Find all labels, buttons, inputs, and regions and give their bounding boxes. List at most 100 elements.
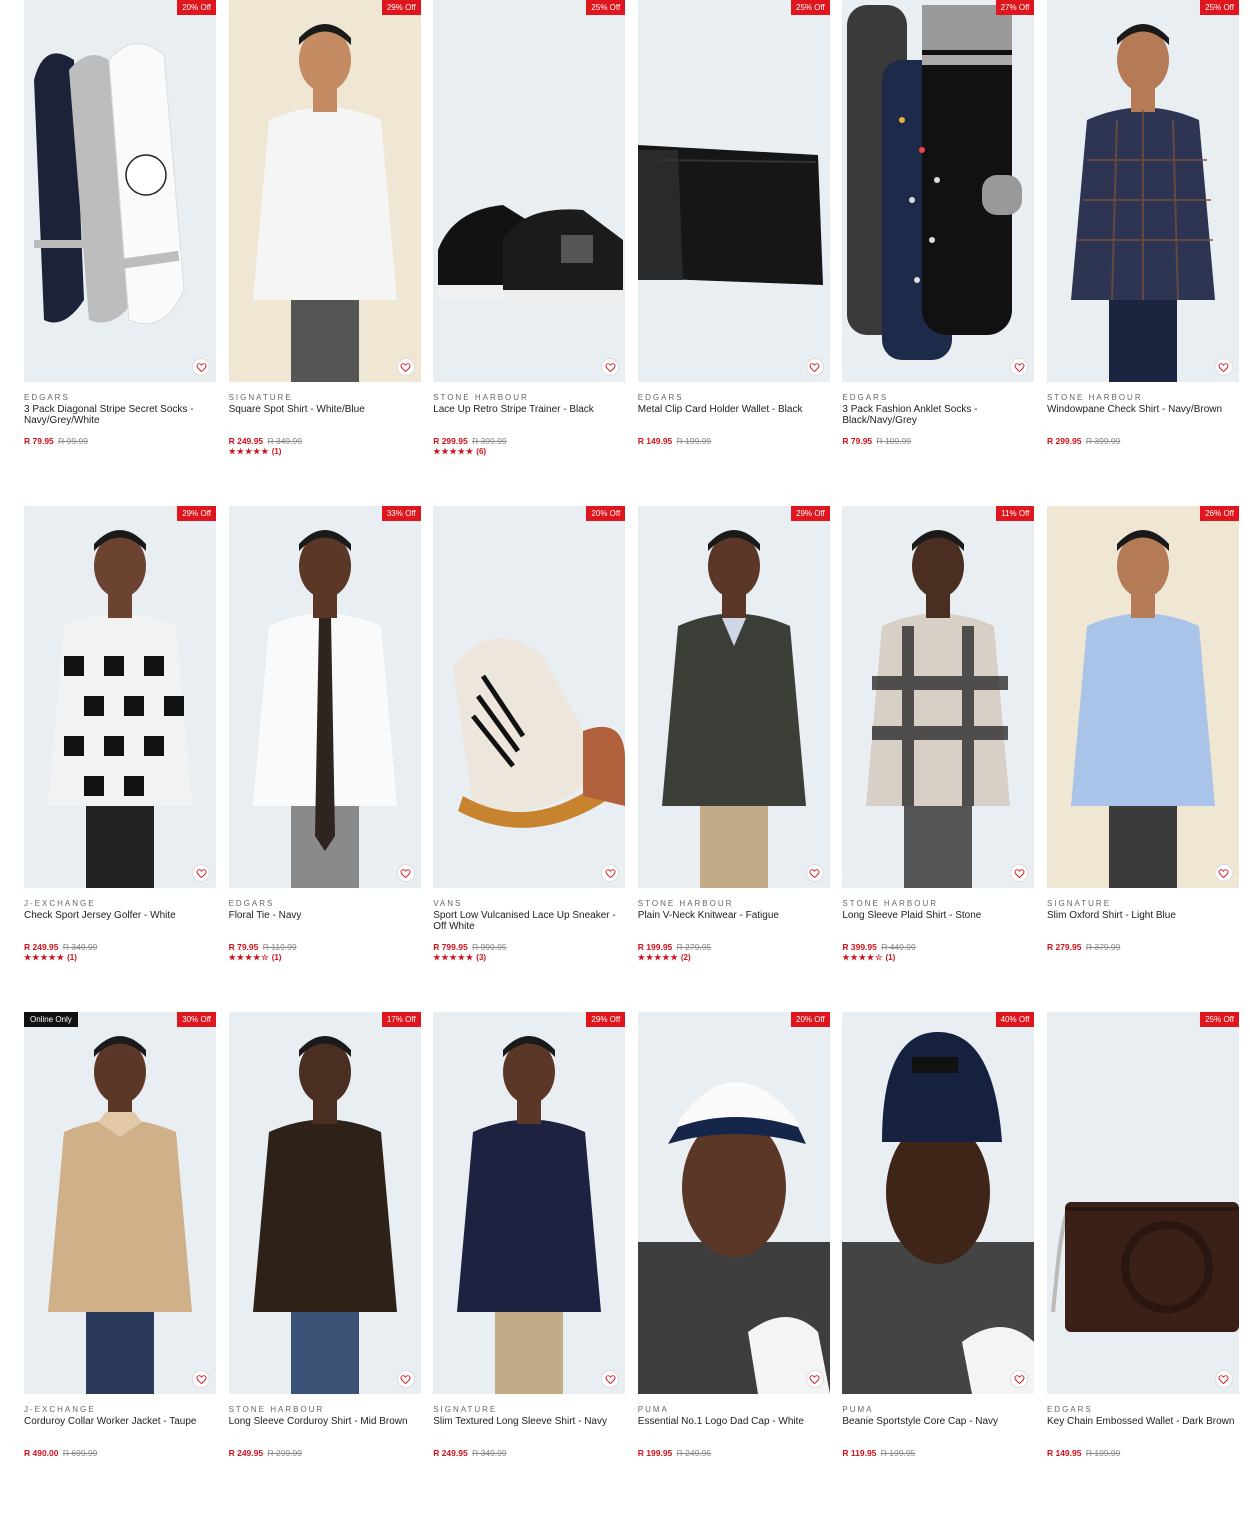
- product-brand: EDGARS: [1046, 1405, 1093, 1414]
- product-image[interactable]: 29% Off: [228, 0, 421, 382]
- product-brand: PUMA: [842, 1405, 874, 1414]
- product-card[interactable]: 25% Off STONE HARBOUR Windowpane Check S…: [1046, 0, 1239, 506]
- product-image[interactable]: 20% Off: [24, 0, 216, 382]
- product-title[interactable]: 3 Pack Fashion Anklet Socks - Black/Navy…: [842, 404, 1034, 426]
- product-image[interactable]: 20% Off: [433, 506, 626, 888]
- heart-icon[interactable]: [1214, 864, 1233, 882]
- model-white-shirt-image: [252, 24, 397, 382]
- rating: ★★★★★ (6): [433, 447, 625, 457]
- product-title[interactable]: Check Sport Jersey Golfer - White: [24, 910, 216, 932]
- product-title[interactable]: Beanie Sportstyle Core Cap - Navy: [842, 1416, 1034, 1438]
- model-oxford-shirt-image: [1070, 530, 1215, 888]
- product-brand: PUMA: [637, 1405, 669, 1414]
- heart-icon[interactable]: [805, 1370, 824, 1388]
- heart-icon[interactable]: [396, 1370, 415, 1388]
- model-corduroy-shirt-image: [252, 1036, 397, 1394]
- product-image[interactable]: 11% Off: [842, 506, 1035, 888]
- product-card[interactable]: 26% Off SIGNATURE Slim Oxford Shirt - Li…: [1046, 506, 1239, 1012]
- product-card[interactable]: 25% Off STONE HARBOUR Lace Up Retro Stri…: [433, 0, 626, 506]
- price-row: R 299.95 R 399.99: [433, 436, 625, 446]
- heart-icon[interactable]: [396, 864, 415, 882]
- product-title[interactable]: Long Sleeve Plaid Shirt - Stone: [842, 910, 1034, 932]
- product-brand: EDGARS: [228, 899, 275, 908]
- review-count: (1): [271, 953, 282, 962]
- product-image[interactable]: 29% Off: [433, 1012, 626, 1394]
- product-title[interactable]: Plain V-Neck Knitwear - Fatigue: [638, 910, 830, 932]
- product-card[interactable]: 29% Off J-EXCHANGE Check Sport Jersey Go…: [24, 506, 216, 1012]
- product-image[interactable]: 40% Off: [842, 1012, 1035, 1394]
- product-image[interactable]: 29% Off: [637, 506, 830, 888]
- price-row: R 249.95 R 349.99: [433, 1448, 625, 1458]
- price-row: R 279.95 R 379.99: [1047, 942, 1239, 952]
- product-card[interactable]: 25% Off EDGARS Key Chain Embossed Wallet…: [1046, 1012, 1239, 1518]
- product-image[interactable]: 27% Off: [842, 0, 1035, 382]
- product-card[interactable]: 29% Off SIGNATURE Slim Textured Long Sle…: [433, 1012, 626, 1518]
- product-image[interactable]: 25% Off: [1046, 1012, 1239, 1394]
- discount-badge: 33% Off: [381, 506, 421, 521]
- product-image[interactable]: 20% Off: [637, 1012, 830, 1394]
- product-title[interactable]: Essential No.1 Logo Dad Cap - White: [638, 1416, 830, 1438]
- product-title[interactable]: Sport Low Vulcanised Lace Up Sneaker - O…: [433, 910, 625, 932]
- discount-badge: 26% Off: [1200, 506, 1239, 521]
- product-title[interactable]: 3 Pack Diagonal Stripe Secret Socks - Na…: [24, 404, 216, 426]
- heart-icon[interactable]: [1214, 1370, 1233, 1388]
- rating: ★★★★☆ (1): [229, 953, 421, 963]
- model-floral-tie-image: [252, 530, 397, 888]
- product-card[interactable]: 11% Off STONE HARBOUR Long Sleeve Plaid …: [842, 506, 1035, 1012]
- product-image[interactable]: 26% Off: [1046, 506, 1239, 888]
- product-image[interactable]: 25% Off: [1046, 0, 1239, 382]
- product-card[interactable]: 20% Off VANS Sport Low Vulcanised Lace U…: [433, 506, 626, 1012]
- product-title[interactable]: Corduroy Collar Worker Jacket - Taupe: [24, 1416, 216, 1438]
- model-check-golfer-image: [48, 530, 192, 888]
- original-price: R 349.99: [62, 942, 98, 952]
- product-image[interactable]: Online Only 30% Off: [24, 1012, 216, 1394]
- product-card[interactable]: 17% Off STONE HARBOUR Long Sleeve Cordur…: [228, 1012, 421, 1518]
- sale-price: R 149.95: [637, 436, 673, 446]
- original-price: R 379.99: [1085, 942, 1121, 952]
- product-title[interactable]: Square Spot Shirt - White/Blue: [229, 404, 421, 426]
- heart-icon[interactable]: [805, 864, 824, 882]
- original-price: R 249.95: [676, 1448, 712, 1458]
- rating: ★★★★★ (1): [229, 447, 421, 457]
- product-card[interactable]: 33% Off EDGARS Floral Tie - Navy R 79.95…: [228, 506, 421, 1012]
- product-card[interactable]: 25% Off EDGARS Metal Clip Card Holder Wa…: [637, 0, 830, 506]
- product-card[interactable]: 20% Off PUMA Essential No.1 Logo Dad Cap…: [637, 1012, 830, 1518]
- heart-icon[interactable]: [396, 358, 415, 376]
- product-title[interactable]: Floral Tie - Navy: [229, 910, 421, 932]
- price-row: R 299.95 R 399.99: [1047, 436, 1239, 446]
- product-card[interactable]: 20% Off EDGARS 3 Pack Diagonal Stripe Se…: [24, 0, 216, 506]
- heart-icon[interactable]: [192, 864, 210, 882]
- original-price: R 399.99: [472, 436, 507, 446]
- product-card[interactable]: 29% Off SIGNATURE Square Spot Shirt - Wh…: [228, 0, 421, 506]
- product-image[interactable]: 29% Off: [24, 506, 216, 888]
- sale-price: R 299.95: [433, 436, 468, 446]
- price-row: R 799.95 R 999.95: [433, 942, 625, 952]
- heart-icon[interactable]: [192, 358, 210, 376]
- heart-icon[interactable]: [805, 358, 824, 376]
- product-image[interactable]: 25% Off: [433, 0, 626, 382]
- product-title[interactable]: Windowpane Check Shirt - Navy/Brown: [1047, 404, 1239, 426]
- heart-icon[interactable]: [1214, 358, 1233, 376]
- sale-price: R 249.95: [228, 1448, 264, 1458]
- product-title[interactable]: Slim Textured Long Sleeve Shirt - Navy: [433, 1416, 625, 1438]
- product-card[interactable]: 40% Off PUMA Beanie Sportstyle Core Cap …: [842, 1012, 1035, 1518]
- discount-badge: 17% Off: [381, 1012, 421, 1027]
- product-card[interactable]: 27% Off EDGARS 3 Pack Fashion Anklet Soc…: [842, 0, 1035, 506]
- price-row: R 149.95 R 199.99: [638, 436, 830, 446]
- rating-stars: ★★★★★: [433, 953, 475, 962]
- product-image[interactable]: 33% Off: [228, 506, 421, 888]
- sale-price: R 399.95: [842, 942, 877, 952]
- product-image[interactable]: 17% Off: [228, 1012, 421, 1394]
- product-title[interactable]: Lace Up Retro Stripe Trainer - Black: [433, 404, 625, 426]
- product-title[interactable]: Metal Clip Card Holder Wallet - Black: [638, 404, 830, 426]
- discount-badge: 27% Off: [995, 0, 1035, 15]
- product-image[interactable]: 25% Off: [637, 0, 830, 382]
- product-title[interactable]: Long Sleeve Corduroy Shirt - Mid Brown: [229, 1416, 421, 1438]
- heart-icon[interactable]: [192, 1370, 210, 1388]
- product-card[interactable]: Online Only 30% Off J-EXCHANGE Corduroy …: [24, 1012, 216, 1518]
- product-title[interactable]: Slim Oxford Shirt - Light Blue: [1047, 910, 1239, 932]
- product-card[interactable]: 29% Off STONE HARBOUR Plain V-Neck Knitw…: [637, 506, 830, 1012]
- product-title[interactable]: Key Chain Embossed Wallet - Dark Brown: [1047, 1416, 1239, 1438]
- product-brand: VANS: [433, 899, 463, 908]
- original-price: R 199.99: [676, 436, 712, 446]
